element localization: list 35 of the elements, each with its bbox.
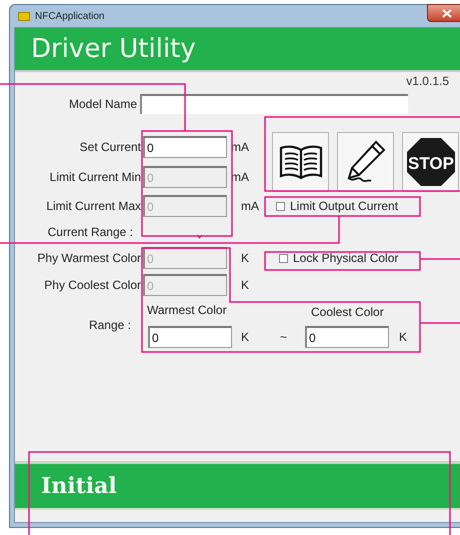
field-label: Limit Current Max: [46, 199, 141, 213]
model-name-field[interactable]: [140, 94, 408, 114]
unit-label: mA: [241, 199, 260, 213]
range-separator: ~: [280, 330, 288, 344]
status-text: Initial: [41, 473, 117, 499]
window-title: NFCApplication: [35, 10, 104, 22]
field-label: Phy Warmest Color: [37, 251, 141, 265]
warmest-color-field[interactable]: 0: [148, 326, 232, 348]
field-label: Coolest Color: [311, 305, 385, 319]
version-label: v1.0.1.5: [406, 74, 449, 88]
unit-label: K: [241, 278, 250, 292]
edit-button[interactable]: [337, 132, 394, 192]
book-icon: [278, 144, 324, 180]
unit-label: K: [241, 251, 250, 265]
field-label: Model Name: [68, 97, 137, 111]
app-icon: [18, 12, 30, 20]
unit-label: K: [399, 330, 408, 344]
leader-line: [420, 258, 460, 260]
close-button[interactable]: [427, 4, 460, 22]
field-label: Warmest Color: [147, 303, 228, 317]
field-label: Phy Coolest Color: [44, 278, 141, 292]
app-title: Driver Utility: [31, 34, 196, 64]
field-label: Range :: [88, 318, 131, 332]
field-label: Limit Current Min: [50, 170, 141, 184]
manual-button[interactable]: [272, 132, 329, 192]
current-field[interactable]: 0: [143, 136, 227, 158]
unit-label: K: [241, 330, 250, 344]
leader-line: [420, 322, 460, 324]
lock-color-checkbox[interactable]: Lock Physical Color: [279, 251, 398, 265]
field-label: Current Range :: [48, 225, 133, 239]
coolest-color-field[interactable]: 0: [305, 326, 390, 348]
field-label: Set Current: [80, 140, 141, 154]
limit-output-checkbox[interactable]: Limit Output Current: [276, 199, 398, 213]
caret-icon: [196, 234, 203, 238]
close-icon: [442, 8, 452, 18]
